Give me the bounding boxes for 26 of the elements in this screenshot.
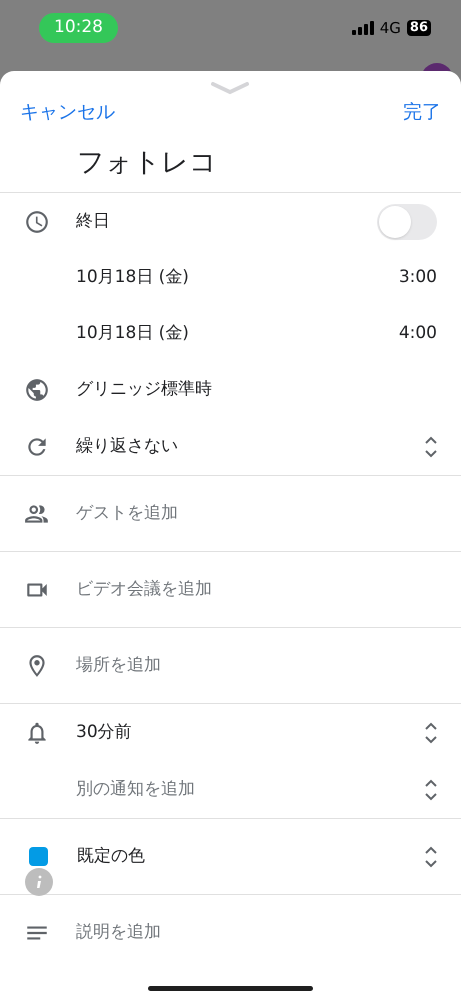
color-text[interactable]: 既定の色: [77, 844, 423, 870]
cancel-button[interactable]: キャンセル: [20, 98, 115, 126]
done-button[interactable]: 完了: [403, 98, 441, 126]
add-option-text[interactable]: ゲストを追加: [76, 500, 178, 526]
add-option-text[interactable]: 説明を追加: [76, 920, 161, 946]
globe-icon: [24, 377, 50, 403]
add-option-text[interactable]: ビデオ会議を追加: [76, 576, 212, 602]
all-day-label: 終日: [76, 210, 111, 233]
event-title[interactable]: フォトレコ: [77, 143, 217, 184]
all-day-switch[interactable]: [377, 204, 437, 240]
status-time: 10:28: [39, 13, 118, 43]
time-text[interactable]: 3:00: [398, 265, 437, 291]
battery-level: 86: [406, 20, 431, 36]
option-text[interactable]: 別の通知を追加: [76, 776, 423, 802]
clock-icon: [24, 208, 50, 234]
time-zone-text[interactable]: グリニッジ標準時: [76, 377, 212, 403]
time-text[interactable]: 4:00: [398, 321, 437, 347]
info-icon: [25, 868, 53, 896]
date-text[interactable]: 10月18日 (金): [76, 265, 399, 291]
network-text: 4G: [380, 18, 401, 39]
date-text[interactable]: 10月18日 (金): [76, 321, 399, 347]
signal-icon: [352, 21, 374, 35]
option-text[interactable]: 繰り返さない: [76, 434, 423, 460]
option-text[interactable]: 30分前: [76, 720, 423, 746]
chevron-down-icon[interactable]: [210, 81, 250, 95]
add-option-text[interactable]: 場所を追加: [76, 652, 161, 678]
